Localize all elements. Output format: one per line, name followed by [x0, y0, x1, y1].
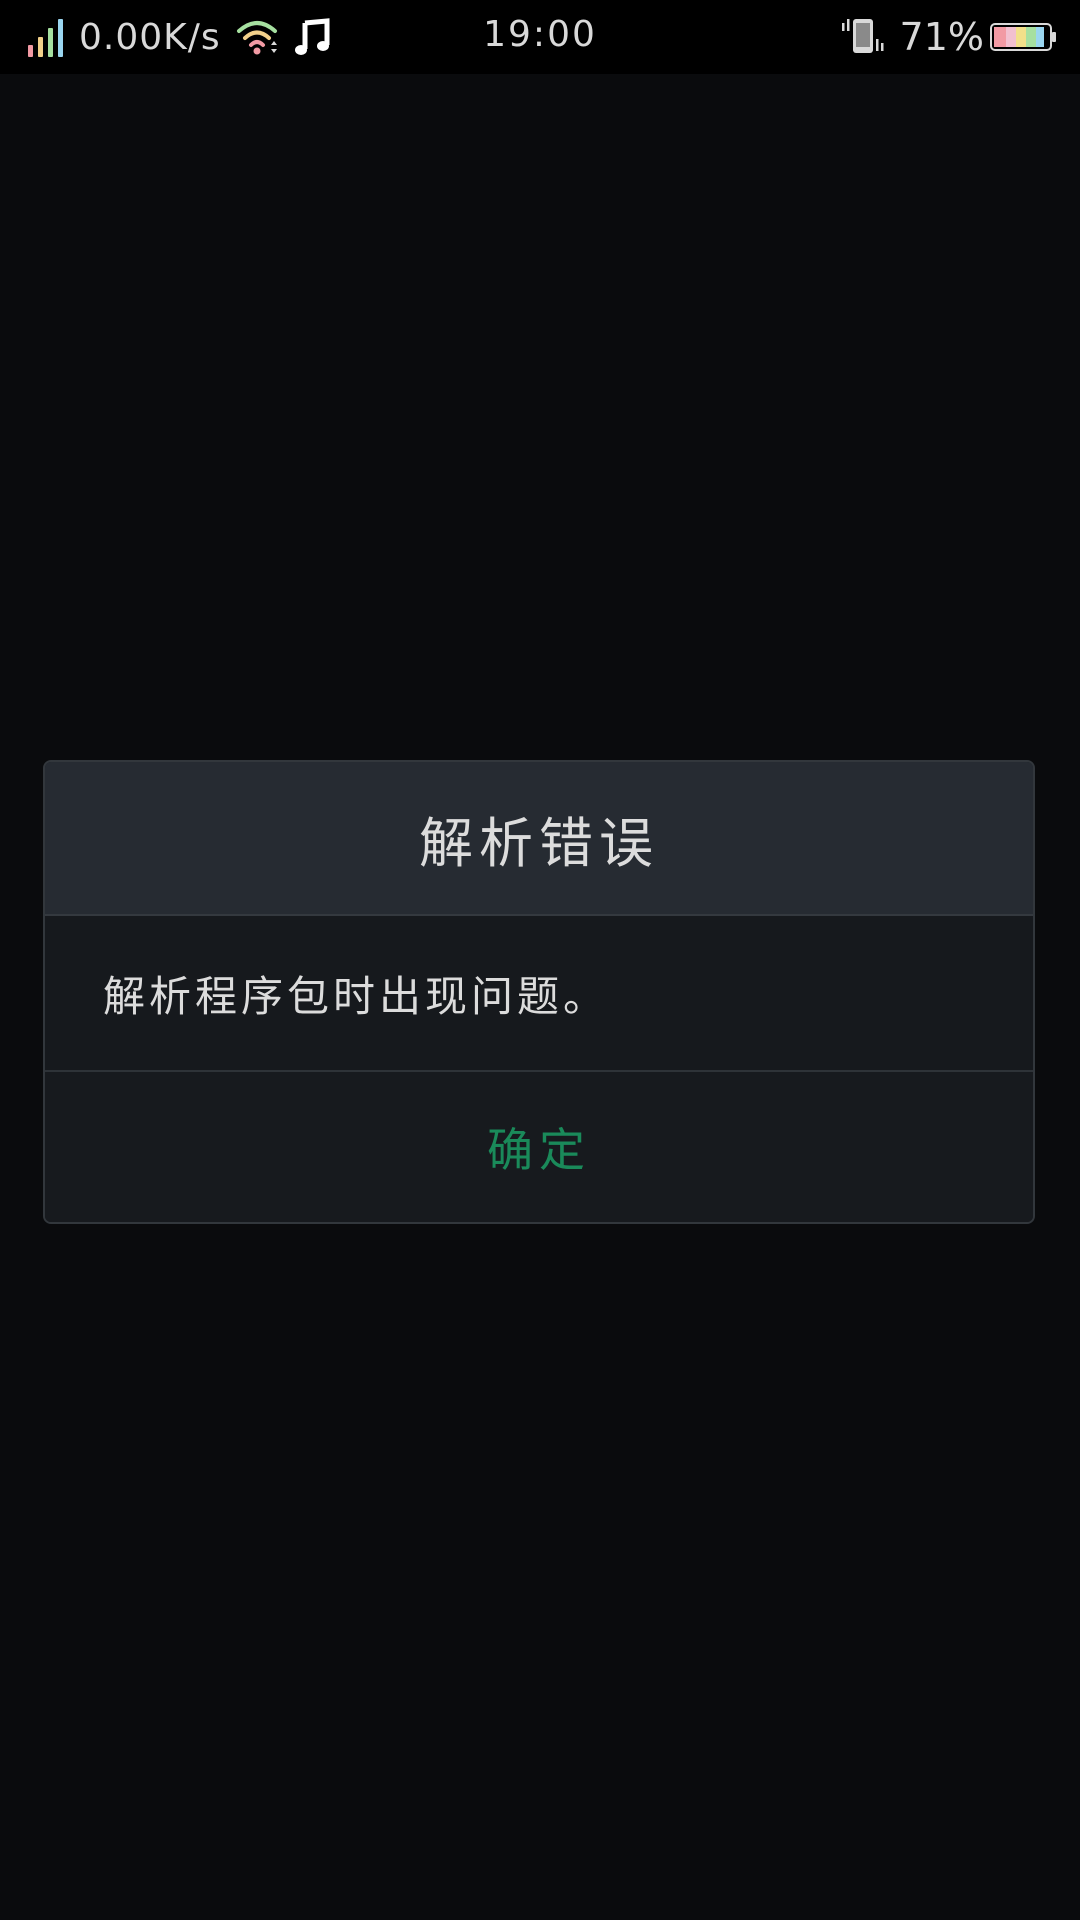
dialog-body: 解析程序包时出现问题。 — [45, 916, 1033, 1072]
battery-percent: 71% — [899, 15, 984, 59]
confirm-button[interactable]: 确定 — [447, 1104, 631, 1190]
screen: 0.00K/s 19:00 71% 解析错误 解析程序包时出现问题。 确定 — [0, 0, 1080, 1920]
error-dialog: 解析错误 解析程序包时出现问题。 确定 — [43, 760, 1035, 1224]
status-bar: 0.00K/s 19:00 71% — [0, 0, 1080, 74]
dialog-header: 解析错误 — [45, 762, 1033, 916]
battery-icon — [990, 23, 1056, 51]
dialog-footer: 确定 — [45, 1072, 1033, 1222]
vibrate-icon — [841, 19, 884, 53]
dialog-message: 解析程序包时出现问题。 — [103, 971, 610, 1021]
dialog-title: 解析错误 — [419, 811, 659, 875]
status-right: 71% — [840, 14, 1058, 60]
